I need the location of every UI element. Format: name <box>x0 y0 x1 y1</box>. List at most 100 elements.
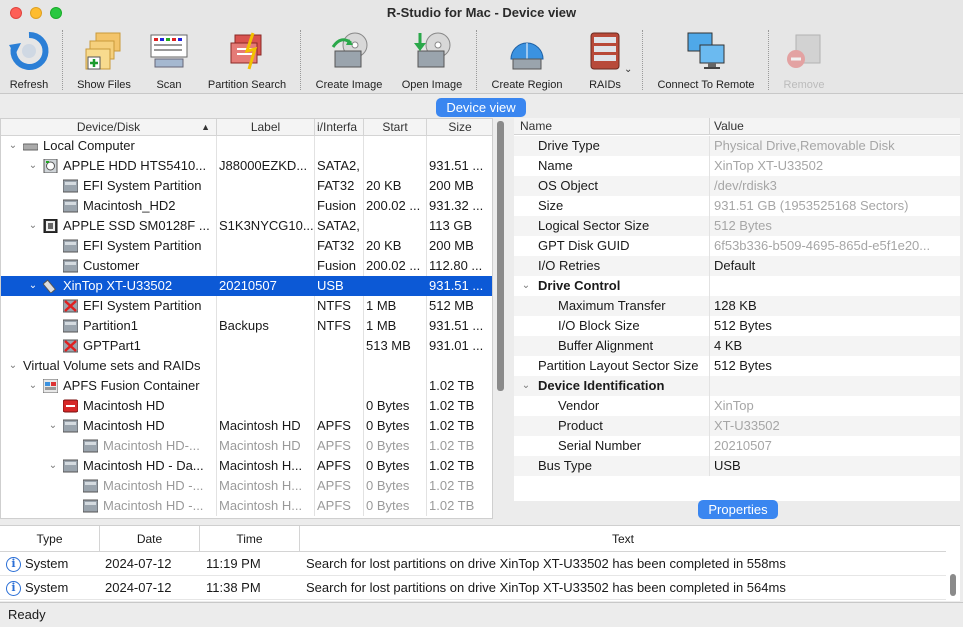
column-header-label[interactable]: Label <box>217 119 315 136</box>
expand-chevron-icon[interactable]: ⌄ <box>47 416 59 436</box>
properties-tab[interactable]: Properties <box>698 500 778 519</box>
device-row[interactable]: ⌄ Macintosh HD Macintosh HD APFS 0 Bytes 1.02… <box>1 416 492 436</box>
expand-chevron-icon[interactable]: ⌄ <box>27 376 39 396</box>
raids-dropdown-chevron-icon[interactable]: ⌄ <box>624 64 632 75</box>
expand-chevron-icon[interactable]: ⌄ <box>520 276 532 296</box>
device-group-row[interactable]: ⌄ Local Computer <box>1 136 492 156</box>
device-row[interactable]: EFI System Partition FAT32 20 KB 200 MB <box>1 236 492 256</box>
expand-chevron-icon[interactable]: ⌄ <box>520 376 532 396</box>
device-name: Macintosh HD -... <box>103 498 204 513</box>
property-row[interactable]: Size 931.51 GB (1953525168 Sectors) <box>514 196 960 216</box>
device-row[interactable]: EFI System Partition NTFS 1 MB 512 MB <box>1 296 492 316</box>
column-header-date[interactable]: Date <box>100 526 200 552</box>
property-row[interactable]: Maximum Transfer 128 KB <box>514 296 960 316</box>
column-header-start[interactable]: Start <box>364 119 427 136</box>
log-row[interactable]: i System 2024-07-12 11:38 PM Search for l… <box>0 576 946 600</box>
expand-chevron-icon[interactable]: ⌄ <box>47 456 59 476</box>
device-size-cell: 200 MB <box>427 176 492 196</box>
property-row[interactable]: Buffer Alignment 4 KB <box>514 336 960 356</box>
column-header-type[interactable]: Type <box>0 526 100 552</box>
column-header-value[interactable]: Value <box>710 118 960 135</box>
log-row[interactable]: i System 2024-07-12 11:19 PM Search for l… <box>0 552 946 576</box>
property-row[interactable]: Partition Layout Sector Size 512 Bytes <box>514 356 960 376</box>
property-row[interactable]: Logical Sector Size 512 Bytes <box>514 216 960 236</box>
device-size-cell <box>427 356 492 376</box>
device-row[interactable]: Macintosh HD -... Macintosh H... APFS 0 Byt… <box>1 496 492 516</box>
zoom-window-button[interactable] <box>50 7 62 19</box>
device-row[interactable]: Macintosh_HD2 Fusion 200.02 ... 931.32 ... <box>1 196 492 216</box>
device-iface-cell: NTFS <box>315 316 364 336</box>
expand-chevron-icon[interactable]: ⌄ <box>27 216 39 236</box>
property-group-row[interactable]: ⌄ Device Identification <box>514 376 960 396</box>
column-header-name[interactable]: Name <box>514 118 710 135</box>
device-view-tab[interactable]: Device view <box>436 98 526 117</box>
sort-ascending-icon: ▲ <box>201 122 210 132</box>
device-row[interactable]: Macintosh HD -... Macintosh H... APFS 0 Byt… <box>1 476 492 496</box>
column-header-interface[interactable]: i/Interfa <box>315 119 364 136</box>
property-row[interactable]: I/O Retries Default <box>514 256 960 276</box>
device-row[interactable]: EFI System Partition FAT32 20 KB 200 MB <box>1 176 492 196</box>
expand-chevron-icon[interactable]: ⌄ <box>27 276 39 296</box>
column-header-time[interactable]: Time <box>200 526 300 552</box>
column-header-size[interactable]: Size <box>427 119 492 136</box>
log-table-header: Type Date Time Text <box>0 526 946 552</box>
partition-icon <box>83 479 98 493</box>
log-scrollbar[interactable] <box>950 574 956 596</box>
device-row[interactable]: Macintosh HD 0 Bytes 1.02 TB <box>1 396 492 416</box>
device-size-cell: 1.02 TB <box>427 496 492 516</box>
device-group-row[interactable]: ⌄ Virtual Volume sets and RAIDs <box>1 356 492 376</box>
property-row[interactable]: GPT Disk GUID 6f53b336-b509-4695-865d-e5f… <box>514 236 960 256</box>
property-row[interactable]: Drive Type Physical Drive,Removable Disk <box>514 136 960 156</box>
refresh-button[interactable]: Refresh <box>2 26 56 94</box>
device-row[interactable]: ⌄ APPLE HDD HTS5410... J88000EZKD... SATA2,… <box>1 156 492 176</box>
create-image-button[interactable]: Create Image <box>312 26 386 94</box>
raids-button[interactable]: RAIDs <box>580 26 630 94</box>
device-size-cell: 112.80 ... <box>427 256 492 276</box>
device-row[interactable]: Partition1 Backups NTFS 1 MB 931.51 ... <box>1 316 492 336</box>
toolbar-separator <box>642 30 643 90</box>
device-row[interactable]: ⌄ APFS Fusion Container 1.02 TB <box>1 376 492 396</box>
column-header-text[interactable]: Text <box>300 526 946 552</box>
device-row[interactable]: GPTPart1 513 MB 931.01 ... <box>1 336 492 356</box>
show-files-button[interactable]: Show Files <box>72 26 136 94</box>
open-image-button[interactable]: Open Image <box>396 26 468 94</box>
device-label-cell: Backups <box>217 316 315 336</box>
property-group-row[interactable]: ⌄ Drive Control <box>514 276 960 296</box>
property-value <box>710 376 960 396</box>
device-iface-cell: FAT32 <box>315 176 364 196</box>
status-bar: Ready <box>0 602 963 627</box>
connect-to-remote-button[interactable]: Connect To Remote <box>652 26 760 94</box>
device-row[interactable]: ⌄ XinTop XT-U33502 20210507 USB 931.51 ... <box>1 276 492 296</box>
device-name: EFI System Partition <box>83 298 202 313</box>
column-header-device[interactable]: Device/Disk ▲ <box>1 119 217 136</box>
partition-search-button[interactable]: Partition Search <box>204 26 290 94</box>
property-row[interactable]: Serial Number 20210507 <box>514 436 960 456</box>
property-value: 512 Bytes <box>714 318 772 333</box>
remove-button[interactable]: Remove <box>776 26 832 94</box>
create-image-icon <box>331 32 368 68</box>
refresh-icon <box>9 31 49 70</box>
properties-pane: Name Value Drive Type Physical Drive,Remo… <box>514 118 960 501</box>
expand-chevron-icon[interactable]: ⌄ <box>7 356 19 376</box>
property-row[interactable]: I/O Block Size 512 Bytes <box>514 316 960 336</box>
property-row[interactable]: Vendor XinTop <box>514 396 960 416</box>
expand-chevron-icon[interactable]: ⌄ <box>7 136 19 156</box>
device-size-cell: 1.02 TB <box>427 396 492 416</box>
property-row[interactable]: OS Object/dev/rdisk3 <box>514 176 960 196</box>
device-name: GPTPart1 <box>83 338 141 353</box>
device-tree-scrollbar[interactable] <box>497 121 504 391</box>
create-region-button[interactable]: Create Region <box>488 26 566 94</box>
device-label-cell <box>217 336 315 356</box>
expand-chevron-icon[interactable]: ⌄ <box>27 156 39 176</box>
device-row[interactable]: Customer Fusion 200.02 ... 112.80 ... <box>1 256 492 276</box>
device-size-cell: 931.51 ... <box>427 156 492 176</box>
minimize-window-button[interactable] <box>30 7 42 19</box>
property-row[interactable]: Name XinTop XT-U33502 <box>514 156 960 176</box>
device-row[interactable]: Macintosh HD-... Macintosh HD APFS 0 Bytes 1… <box>1 436 492 456</box>
scan-button[interactable]: Scan <box>142 26 196 94</box>
device-row[interactable]: ⌄ Macintosh HD - Da... Macintosh H... APFS 0… <box>1 456 492 476</box>
close-window-button[interactable] <box>10 7 22 19</box>
property-row[interactable]: Product XT-U33502 <box>514 416 960 436</box>
device-row[interactable]: ⌄ APPLE SSD SM0128F ... S1K3NYCG10... SATA2… <box>1 216 492 236</box>
property-row[interactable]: Bus Type USB <box>514 456 960 476</box>
